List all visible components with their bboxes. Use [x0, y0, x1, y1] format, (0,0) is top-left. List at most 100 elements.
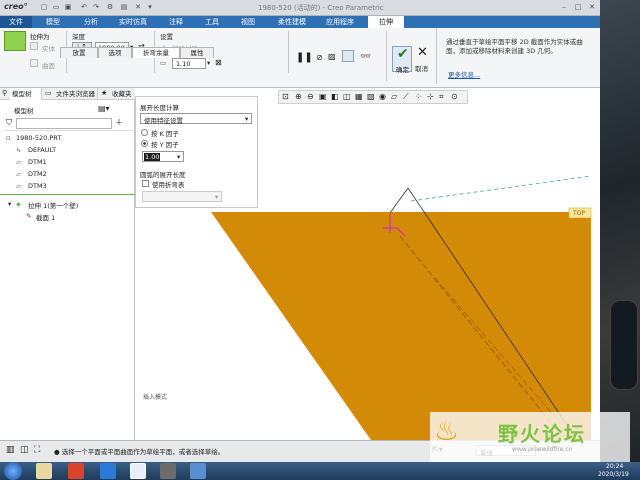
- desktop-object: [610, 300, 638, 390]
- tree-item-dtm2[interactable]: DTM2: [28, 170, 47, 178]
- customize-icon[interactable]: ▾: [146, 3, 154, 11]
- flip-thickness-icon[interactable]: ⊠: [215, 58, 222, 67]
- solid-icon[interactable]: [4, 31, 26, 51]
- creo-logo: creo°: [4, 2, 28, 11]
- tree-item-part[interactable]: 1980-520.PRT: [16, 134, 61, 142]
- filter-icon[interactable]: ⛉: [6, 118, 12, 128]
- taskbar-app-icon[interactable]: [100, 463, 116, 479]
- tab-folder-browser[interactable]: 文件夹浏览器: [54, 88, 98, 100]
- title-bar: creo° ▢ ▭ ▣ ↶ ↷ ⚙ ▤ ✕ ▾ 1980-520 (活动的) -…: [0, 0, 600, 16]
- maximize-icon[interactable]: □: [574, 3, 582, 11]
- bend-table-dropdown[interactable]: ▾: [142, 191, 222, 202]
- settings-label: 设置: [160, 33, 173, 41]
- open-file-icon[interactable]: ▭: [52, 3, 60, 11]
- feature-preview-icon[interactable]: [342, 50, 354, 62]
- surface-toggle-icon[interactable]: [30, 59, 38, 67]
- tab-placement[interactable]: 放置: [60, 47, 98, 58]
- y-factor-input[interactable]: 1.00 ▾: [142, 151, 184, 162]
- clock-time: 20:24: [606, 463, 624, 470]
- verify-icon[interactable]: 👓: [360, 52, 371, 62]
- datum-plane-edge: [410, 175, 592, 202]
- sheet-metal-wall: [211, 212, 591, 440]
- windows-icon[interactable]: ▤: [120, 3, 128, 11]
- tree-item-dtm3[interactable]: DTM3: [28, 182, 47, 190]
- window-title: 1980-520 (活动的) - Creo Parametric: [258, 4, 384, 12]
- separator: [4, 130, 135, 131]
- taskbar-app2-icon[interactable]: [160, 463, 176, 479]
- k-factor-label: 按 K 因子: [151, 130, 179, 138]
- datum-plane-icon: ▱: [16, 170, 21, 178]
- save-icon[interactable]: ▣: [64, 3, 72, 11]
- menu-analysis[interactable]: 分析: [72, 16, 110, 28]
- menu-view[interactable]: 视图: [230, 16, 266, 28]
- new-file-icon[interactable]: ▢: [40, 3, 48, 11]
- tree-item-dtm1[interactable]: DTM1: [28, 158, 47, 166]
- add-column-icon[interactable]: ＋: [115, 117, 123, 128]
- ok-button[interactable]: ✔ 确定: [392, 46, 412, 74]
- menu-simulation[interactable]: 实时仿真: [110, 16, 156, 28]
- geometry-preview-icon[interactable]: ▨: [328, 52, 336, 61]
- csys-icon: ↳: [16, 146, 22, 154]
- sketch-line: [389, 187, 409, 214]
- regenerate-icon[interactable]: ⚙: [106, 3, 114, 11]
- cancel-x-icon: ✕: [417, 45, 428, 60]
- start-button[interactable]: [4, 462, 22, 480]
- chevron-down-icon: ▾: [245, 115, 249, 123]
- y-factor-radio[interactable]: [141, 140, 148, 147]
- taskbar-media-icon[interactable]: [68, 463, 84, 479]
- watermark-text: 野火论坛: [498, 422, 586, 446]
- tab-options[interactable]: 选项: [98, 47, 132, 58]
- status-message: ● 选择一个平面或平面曲面作为草绘平面，或者选择草绘。: [54, 448, 225, 456]
- menu-tools[interactable]: 工具: [196, 16, 228, 28]
- calculation-dropdown[interactable]: 使用特征设置 ▾: [140, 113, 252, 125]
- solid-toggle-icon[interactable]: [30, 42, 38, 50]
- menu-flexible-modeling[interactable]: 柔性建模: [268, 16, 316, 28]
- thickness-dropdown-chevron-icon[interactable]: ▾: [207, 59, 210, 67]
- insert-mode-label: 插入模式: [143, 394, 168, 401]
- insert-here-indicator: [0, 194, 135, 195]
- tree-item-extrude[interactable]: 拉伸 1(第一个壁): [28, 200, 78, 210]
- tab-favorites[interactable]: 收藏夹: [110, 88, 135, 100]
- minimize-icon[interactable]: –: [560, 3, 568, 11]
- tab-model-tree[interactable]: 模型树: [10, 88, 42, 100]
- k-factor-radio[interactable]: [141, 129, 148, 136]
- tree-item-default[interactable]: DEFAULT: [28, 146, 56, 154]
- menu-extrude[interactable]: 拉伸: [368, 16, 404, 28]
- tree-item-sketch[interactable]: 截面 1: [36, 212, 55, 222]
- taskbar-explorer-icon[interactable]: [36, 463, 52, 479]
- menu-applications[interactable]: 应用程序: [318, 16, 362, 28]
- taskbar-sogou-icon[interactable]: [130, 463, 146, 479]
- thicken-sketch-icon[interactable]: ▭: [160, 59, 166, 67]
- use-bend-table-checkbox[interactable]: [142, 180, 149, 187]
- taskbar-creo-icon[interactable]: [190, 463, 206, 479]
- navigator-panel: ⚲ 模型树 ▭ 文件夹浏览器 ★ 收藏夹 模型树 ▤▾ ⛉ ＋ ▫ 1980-5…: [0, 88, 135, 440]
- tab-properties[interactable]: 属性: [180, 47, 214, 58]
- menu-annotate[interactable]: 注释: [156, 16, 196, 28]
- close-window-icon[interactable]: ✕: [134, 3, 142, 11]
- tab-bend-allowance[interactable]: 折弯余量: [132, 47, 180, 58]
- browser-toggle-icon[interactable]: ◫: [20, 445, 29, 455]
- tree-search-input[interactable]: [16, 118, 112, 129]
- clock-date: 2020/3/19: [598, 471, 629, 478]
- thickness-input[interactable]: 1.10: [172, 58, 206, 69]
- desktop-background: [600, 0, 640, 462]
- expand-icon[interactable]: ▾: [8, 200, 11, 208]
- tree-settings-icon[interactable]: ▤▾: [98, 104, 110, 113]
- redo-icon[interactable]: ↷: [92, 3, 100, 11]
- extrude-ribbon: 拉伸为 实体 曲面 深度 ⊥↕ 1980.00 ▾ ⇄ 设置 ⊿ 移除材料 ▭ …: [0, 28, 600, 88]
- datum-plane-icon: ▱: [16, 158, 21, 166]
- cancel-button[interactable]: ✕ 取消: [414, 45, 432, 73]
- panel-toggle-icon[interactable]: ▥: [6, 445, 15, 455]
- menu-file[interactable]: 文件: [0, 16, 32, 28]
- undo-icon[interactable]: ↶: [80, 3, 88, 11]
- menu-model[interactable]: 模型: [34, 16, 72, 28]
- pause-icon[interactable]: ❚❚: [296, 52, 313, 63]
- more-info-link[interactable]: 更多信息...: [448, 69, 480, 79]
- folder-icon: ▭: [45, 89, 52, 97]
- fullscreen-icon[interactable]: ⛶: [34, 445, 40, 455]
- no-preview-icon[interactable]: ⊘: [316, 53, 323, 62]
- close-icon[interactable]: ✕: [588, 3, 596, 11]
- calculation-value: 使用特征设置: [144, 117, 183, 125]
- thickness-value: 1.10: [176, 60, 191, 68]
- watermark-url: www.proewildfire.cn: [512, 446, 573, 453]
